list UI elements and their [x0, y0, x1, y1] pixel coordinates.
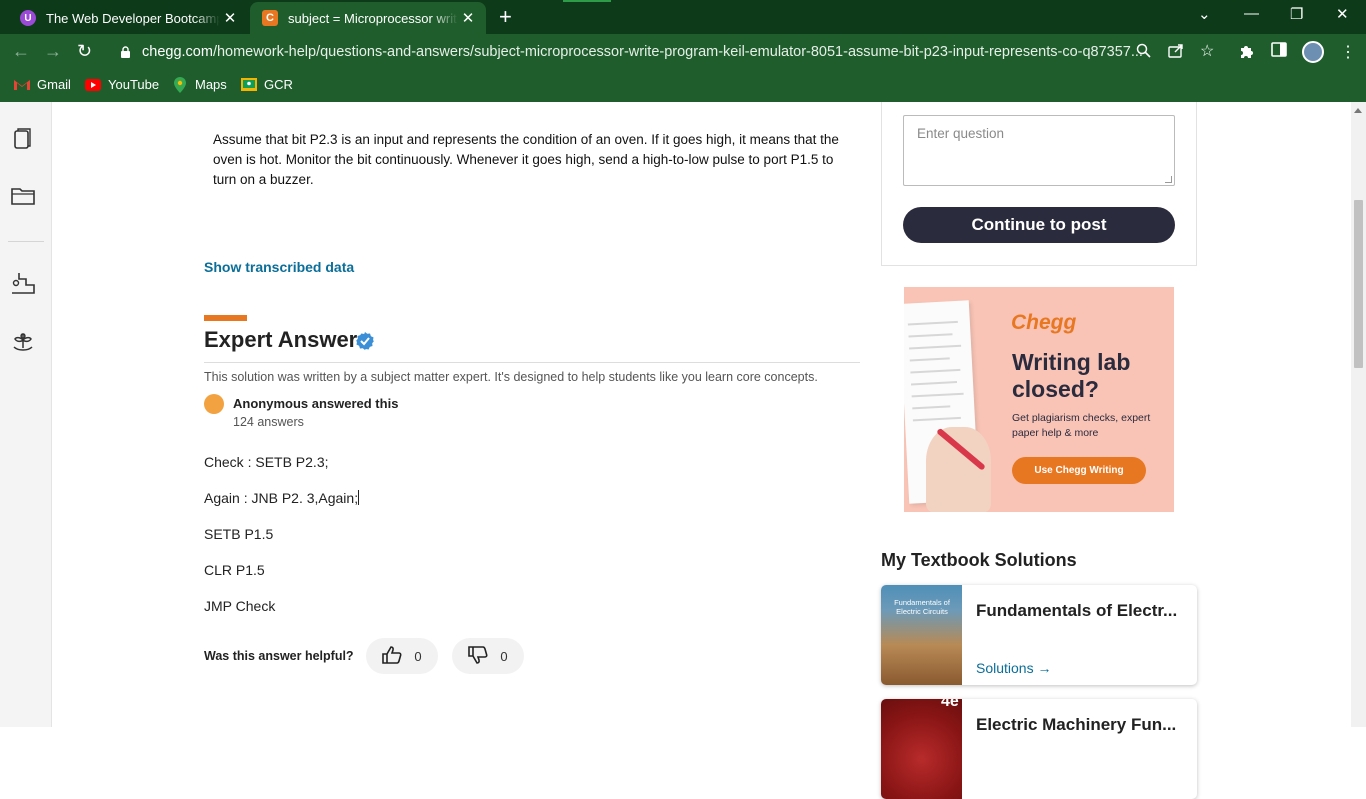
bookmark-gcr[interactable]: GCR [241, 77, 293, 92]
rail-divider [8, 241, 44, 242]
text-caret [358, 490, 360, 505]
answer-line-text: Again : JNB P2. 3,Again; [204, 490, 359, 506]
thumbs-down-icon [468, 645, 488, 667]
chegg-icon: C [262, 10, 278, 26]
tab-title: The Web Developer Bootcamp 2023 [46, 10, 220, 26]
question-text: Assume that bit P2.3 is an input and rep… [213, 132, 839, 187]
solution-note: This solution was written by a subject m… [204, 370, 818, 384]
thumbs-up-icon [382, 645, 402, 667]
textbook-cover: Fundamentals of Electric Circuits [881, 585, 962, 685]
url-text[interactable]: chegg.com/homework-help/questions-and-an… [142, 44, 1224, 60]
textbook-solutions-heading: My Textbook Solutions [881, 550, 1077, 570]
answer-line: Check : SETB P2.3; [204, 454, 329, 470]
section-accent-bar [204, 315, 247, 321]
gmail-icon [14, 78, 30, 92]
verified-badge-icon [356, 332, 374, 350]
side-panel-icon[interactable] [1271, 42, 1287, 62]
close-icon[interactable]: ✕ [458, 9, 478, 27]
youtube-icon [85, 78, 101, 92]
answer-line: SETB P1.5 [204, 526, 274, 542]
scrollbar-thumb[interactable] [1354, 200, 1363, 368]
maps-icon [172, 76, 188, 93]
textbook-card[interactable]: Fundamentals of Electric Circuits Fundam… [881, 585, 1197, 685]
folder-icon[interactable] [11, 186, 35, 208]
chegg-writing-ad[interactable]: Chegg Writing lab closed? Get plagiarism… [904, 287, 1174, 512]
downvote-count: 0 [500, 648, 508, 664]
ad-subtext: Get plagiarism checks, expert paper help… [1012, 412, 1151, 439]
question-input[interactable]: Enter question [903, 115, 1175, 186]
close-icon[interactable]: ✕ [220, 9, 240, 27]
show-transcribed-link[interactable]: Show transcribed data [204, 259, 354, 275]
zoom-icon[interactable] [1136, 43, 1151, 61]
cover-edition: 4e [941, 699, 959, 710]
scroll-up-icon[interactable] [1354, 108, 1362, 113]
profile-avatar[interactable] [1302, 41, 1324, 63]
thumbs-down-button[interactable]: 0 [452, 638, 524, 674]
url-domain: chegg.com [142, 44, 213, 60]
thumbs-up-button[interactable]: 0 [366, 638, 438, 674]
tab-web-developer-bootcamp[interactable]: U The Web Developer Bootcamp 2023 ✕ [8, 2, 248, 34]
restore-button[interactable]: ❐ [1290, 5, 1303, 23]
tab-search-icon[interactable]: ⌄ [1198, 5, 1211, 23]
share-icon[interactable] [1168, 43, 1184, 61]
tab-strip: U The Web Developer Bootcamp 2023 ✕ C su… [0, 0, 1366, 34]
ad-brand-logo: Chegg [1011, 311, 1077, 334]
flashcards-icon[interactable] [11, 128, 33, 150]
answerer-name: Anonymous answered this [233, 396, 399, 411]
bookmark-label: Maps [195, 77, 227, 92]
lock-icon[interactable] [120, 46, 132, 58]
textbook-cover: 4e [881, 699, 962, 799]
reload-button[interactable]: ↻ [77, 41, 92, 62]
tab-strip-accent [563, 0, 611, 2]
bookmark-star-icon[interactable]: ☆ [1200, 41, 1214, 61]
expert-answer-heading: Expert Answer [204, 327, 358, 352]
cover-title: Fundamentals of Electric Circuits [894, 598, 950, 616]
textbook-title[interactable]: Electric Machinery Fun... [976, 715, 1176, 735]
bookmark-gmail[interactable]: Gmail [14, 77, 71, 92]
bookmarks-bar: Gmail YouTube Maps GCR [0, 70, 1366, 102]
new-tab-button[interactable]: + [499, 6, 512, 28]
tab-chegg-question[interactable]: C subject = Microprocessor write a ✕ [250, 2, 486, 34]
resize-grip-icon[interactable] [1165, 176, 1172, 183]
question-placeholder: Enter question [917, 126, 1005, 141]
minimize-button[interactable]: — [1244, 5, 1259, 22]
ad-headline: Writing lab closed? [1012, 349, 1131, 402]
extensions-icon[interactable] [1239, 42, 1255, 63]
helpful-prompt: Was this answer helpful? [204, 649, 354, 663]
answerer-avatar [204, 394, 224, 414]
browser-toolbar: ← → ↻ chegg.com/homework-help/questions-… [0, 34, 1366, 70]
bookmark-maps[interactable]: Maps [172, 76, 227, 93]
bookmark-label: YouTube [108, 77, 160, 92]
menu-icon[interactable]: ⋮ [1340, 42, 1356, 62]
page-scrollbar[interactable] [1351, 102, 1366, 727]
study-steps-icon[interactable] [11, 272, 35, 294]
url-path: /homework-help/questions-and-answers/sub… [212, 44, 1143, 60]
textbook-title[interactable]: Fundamentals of Electr... [976, 601, 1177, 621]
answerer-answer-count: 124 answers [233, 415, 304, 429]
tab-title: subject = Microprocessor write a [288, 10, 458, 26]
textbook-card[interactable]: 4e Electric Machinery Fun... [881, 699, 1197, 799]
forward-button[interactable]: → [44, 41, 62, 62]
udemy-icon: U [20, 10, 36, 26]
address-bar[interactable]: chegg.com/homework-help/questions-and-an… [110, 37, 1224, 67]
back-button[interactable]: ← [12, 41, 30, 62]
answer-line: Again : JNB P2. 3,Again; [204, 490, 360, 506]
bookmark-label: GCR [264, 77, 293, 92]
left-rail [0, 102, 52, 727]
bookmark-label: Gmail [37, 77, 71, 92]
upvote-count: 0 [414, 648, 422, 664]
answer-divider [204, 362, 860, 363]
ad-cta-button[interactable]: Use Chegg Writing [1012, 457, 1146, 484]
page-content: Assume that bit P2.3 is an input and rep… [0, 102, 1366, 799]
classroom-icon [241, 78, 257, 92]
answer-line: CLR P1.5 [204, 562, 265, 578]
window-close-button[interactable]: ✕ [1336, 5, 1349, 23]
solutions-link[interactable]: Solutions → [976, 660, 1051, 676]
answer-line: JMP Check [204, 598, 276, 614]
continue-to-post-button[interactable]: Continue to post [903, 207, 1175, 243]
bookmark-youtube[interactable]: YouTube [85, 77, 159, 92]
plant-icon[interactable] [11, 330, 33, 352]
